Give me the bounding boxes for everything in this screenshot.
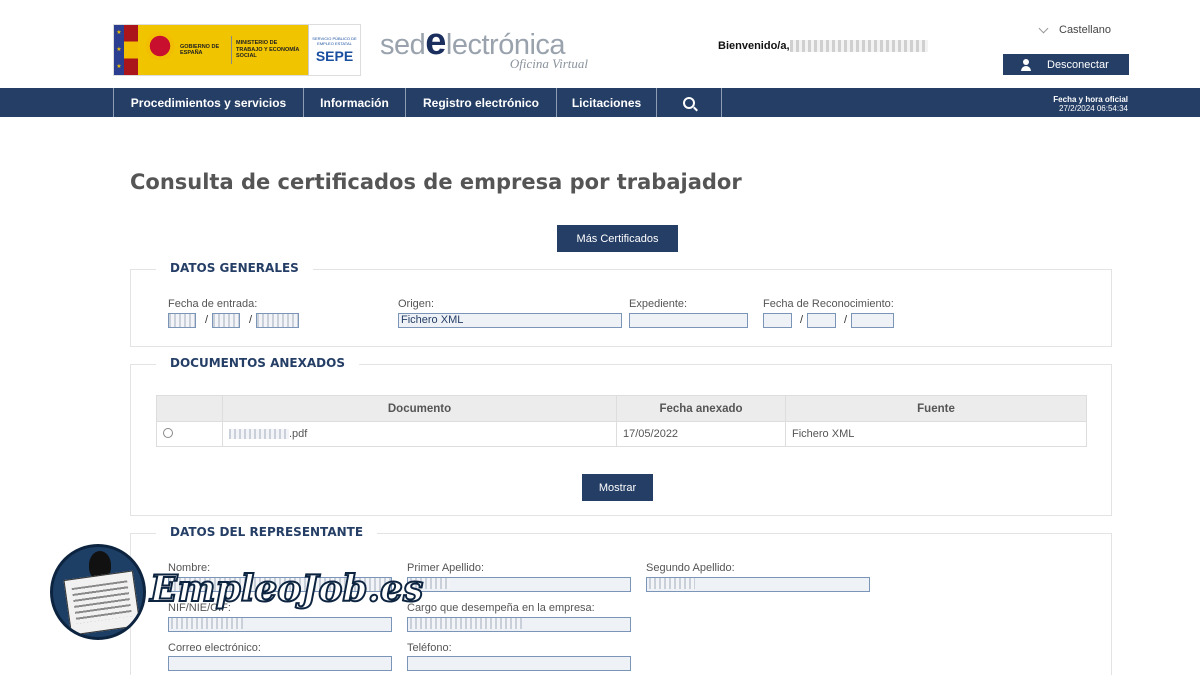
- language-selector[interactable]: Castellano: [1038, 23, 1111, 36]
- search-icon: [683, 96, 695, 109]
- watermark-logo-icon: [50, 544, 146, 640]
- site-header: ★ ★ ★ GOBIERNO DE ESPAÑA MINISTERIO DE TRA…: [0, 0, 1200, 88]
- user-name-blurred: [789, 40, 928, 53]
- eu-flag-icon: ★ ★ ★: [114, 25, 124, 75]
- government-logo[interactable]: ★ ★ ★ GOBIERNO DE ESPAÑA MINISTERIO DE TRA…: [113, 24, 361, 76]
- sepe-logo: SERVICIO PÚBLICO DE EMPLEO ESTATAL SEPE: [308, 25, 360, 75]
- section-title: DOCUMENTOS ANEXADOS: [156, 356, 359, 370]
- sepe-title: SEPE: [315, 48, 354, 64]
- fecha-entrada-label: Fecha de entrada:: [168, 298, 258, 310]
- column-header-fuente: Fuente: [785, 395, 1087, 422]
- datos-generales-section: DATOS GENERALES Fecha de entrada: / / Or…: [130, 261, 1112, 347]
- telefono-field[interactable]: [407, 656, 631, 671]
- date-separator: /: [249, 314, 253, 326]
- fecha-entrada-day-field[interactable]: [168, 313, 196, 328]
- sepe-subtitle: SERVICIO PÚBLICO DE EMPLEO ESTATAL: [312, 36, 357, 46]
- fecha-cell: 17/05/2022: [616, 421, 786, 447]
- nav-item-licitaciones[interactable]: Licitaciones: [557, 88, 657, 117]
- mas-certificados-button[interactable]: Más Certificados: [557, 225, 678, 252]
- primer-apellido-field[interactable]: [407, 577, 631, 592]
- datetime-value: 27/2/2024 06:54:34: [1059, 104, 1128, 113]
- fecha-reconocimiento-day-field[interactable]: [763, 313, 792, 328]
- section-title: DATOS DEL REPRESENTANTE: [156, 525, 378, 539]
- disconnect-button[interactable]: Desconectar: [1003, 54, 1129, 75]
- fecha-reconocimiento-month-field[interactable]: [807, 313, 836, 328]
- cargo-field[interactable]: [407, 617, 631, 632]
- disconnect-label: Desconectar: [1047, 58, 1109, 71]
- correo-label: Correo electrónico:: [168, 642, 261, 654]
- coat-of-arms-icon: [144, 30, 176, 70]
- sede-electronica-logo[interactable]: sedelectrónica Oficina Virtual: [380, 23, 592, 74]
- blurred-value: [649, 578, 695, 589]
- page-title: Consulta de certificados de empresa por …: [130, 170, 742, 194]
- fecha-reconocimiento-year-field[interactable]: [851, 313, 894, 328]
- gov-label: GOBIERNO DE ESPAÑA: [180, 36, 232, 64]
- segundo-apellido-field[interactable]: [646, 577, 870, 592]
- documents-table: Documento Fecha anexado Fuente .pdf 17/0…: [156, 395, 1087, 447]
- welcome-message: Bienvenido/a,: [718, 40, 928, 53]
- date-separator: /: [205, 314, 209, 326]
- documento-cell: .pdf: [222, 421, 617, 447]
- filename-extension: .pdf: [289, 428, 308, 440]
- blurred-filename: [229, 429, 289, 440]
- column-header-select: [156, 395, 223, 422]
- fuente-cell: Fichero XML: [785, 421, 1087, 447]
- nav-search-button[interactable]: [657, 88, 722, 117]
- ministry-label: MINISTERIO DE TRABAJO Y ECONOMÍA SOCIAL: [236, 40, 300, 60]
- main-nav: Procedimientos y servicios Información R…: [0, 88, 1200, 117]
- row-radio-button[interactable]: [163, 427, 173, 438]
- spain-flag-icon: [124, 25, 138, 75]
- telefono-label: Teléfono:: [407, 642, 452, 654]
- gov-yellow-band: GOBIERNO DE ESPAÑA MINISTERIO DE TRABAJO…: [138, 25, 308, 75]
- sede-logo-subtitle: Oficina Virtual: [509, 56, 588, 71]
- column-header-fecha: Fecha anexado: [616, 395, 786, 422]
- language-label: Castellano: [1059, 24, 1111, 36]
- fecha-entrada-month-field[interactable]: [212, 313, 240, 328]
- mostrar-button[interactable]: Mostrar: [582, 474, 653, 501]
- watermark-text: EmpleoJob.es: [149, 567, 424, 611]
- fecha-entrada-year-field[interactable]: [256, 313, 299, 328]
- origen-label: Origen:: [398, 298, 435, 310]
- fecha-reconocimiento-label: Fecha de Reconocimiento:: [763, 298, 894, 310]
- segundo-apellido-label: Segundo Apellido:: [646, 562, 735, 574]
- origen-field[interactable]: Fichero XML: [398, 313, 622, 328]
- expediente-field[interactable]: [629, 313, 748, 328]
- user-icon: [1021, 58, 1031, 71]
- official-datetime: Fecha y hora oficial 27/2/2024 06:54:34: [1053, 95, 1128, 113]
- nav-item-informacion[interactable]: Información: [304, 88, 406, 117]
- nav-items: Procedimientos y servicios Información R…: [113, 88, 722, 117]
- row-select-cell: [156, 421, 223, 447]
- correo-field[interactable]: [168, 656, 392, 671]
- table-row[interactable]: .pdf 17/05/2022 Fichero XML: [156, 421, 1087, 447]
- datetime-label: Fecha y hora oficial: [1053, 95, 1128, 104]
- section-title: DATOS GENERALES: [156, 261, 313, 275]
- documentos-anexados-section: DOCUMENTOS ANEXADOS Documento Fecha anex…: [130, 356, 1112, 516]
- table-header-row: Documento Fecha anexado Fuente: [156, 395, 1087, 422]
- column-header-documento: Documento: [222, 395, 617, 422]
- date-separator: /: [844, 314, 848, 326]
- cargo-label: Cargo que desempeña en la empresa:: [407, 602, 595, 614]
- date-separator: /: [800, 314, 804, 326]
- nav-item-procedimientos[interactable]: Procedimientos y servicios: [114, 88, 304, 117]
- nav-item-registro[interactable]: Registro electrónico: [406, 88, 557, 117]
- blurred-value: [410, 618, 522, 629]
- newspaper-icon: [63, 570, 141, 636]
- expediente-label: Expediente:: [629, 298, 688, 310]
- nif-field[interactable]: [168, 617, 392, 632]
- chevron-down-icon: [1038, 23, 1049, 33]
- blurred-value: [171, 618, 243, 629]
